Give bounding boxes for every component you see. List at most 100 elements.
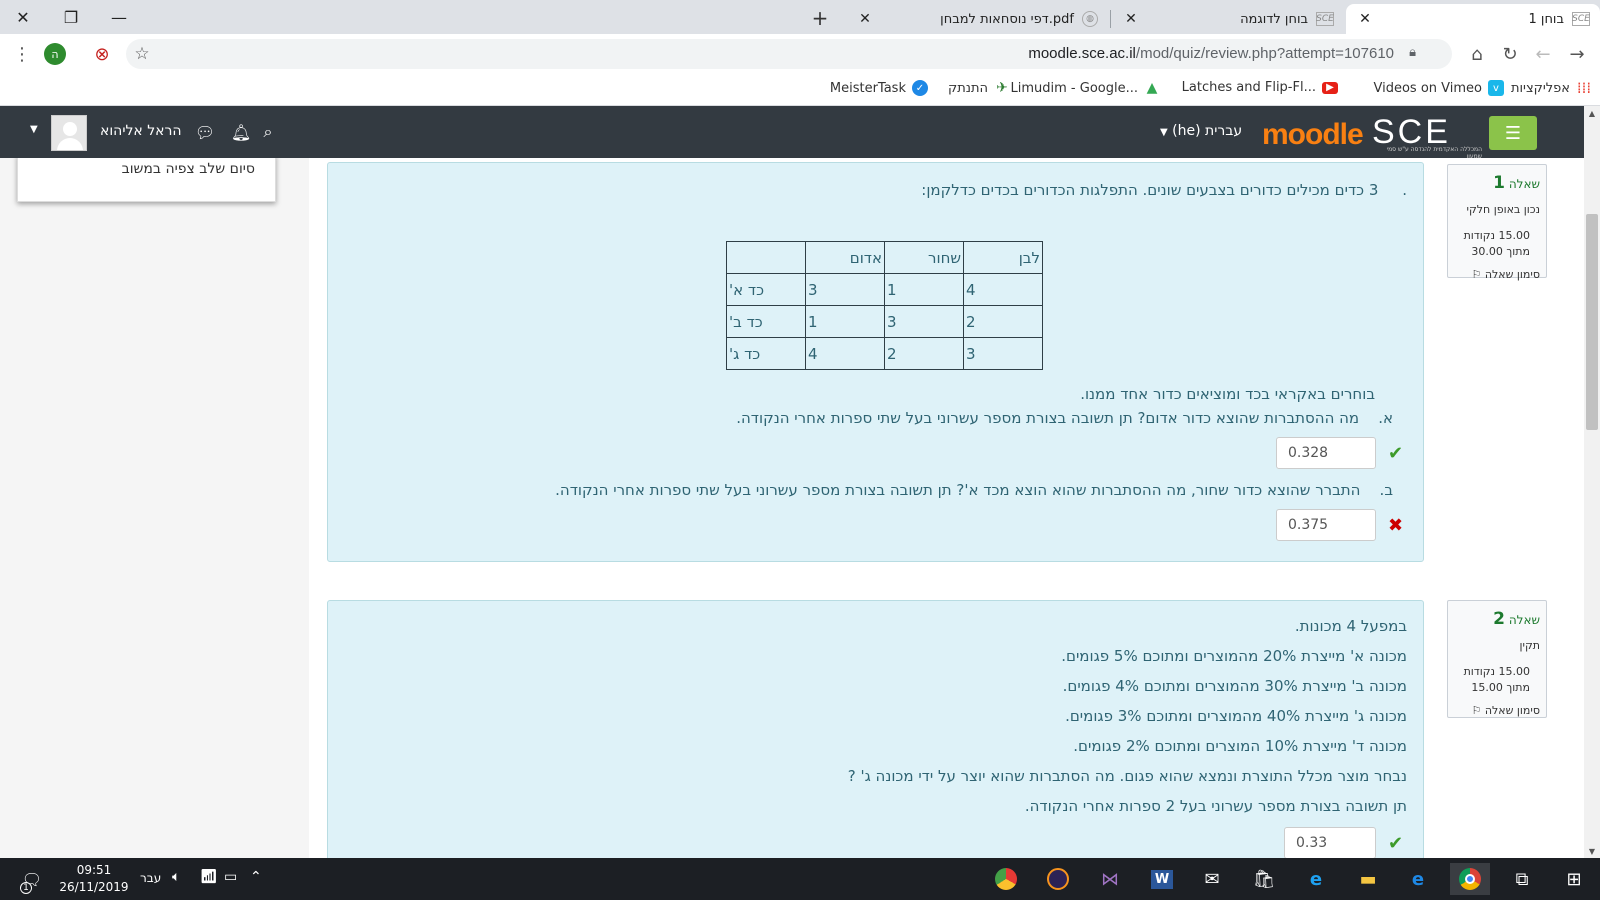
table-header-cell: לבן: [963, 241, 1043, 274]
answer-a-input[interactable]: 0.328: [1276, 437, 1376, 469]
tab-separator: [1110, 10, 1111, 28]
question-1-info: שאלה 1 נכון באופן חלקי 15.00 נקודות מתוך …: [1447, 164, 1547, 281]
question-line: מכונה ב' מייצרת 30% מהמוצרים ומתוכם 4% פ…: [1062, 677, 1407, 695]
answer-b-row: 0.375 ✖: [1276, 509, 1403, 541]
app-notification-badge-icon[interactable]: [986, 863, 1026, 895]
question-setup-text: בוחרים באקראי בכד ומוציאים כדור אחד ממנו…: [1080, 385, 1375, 403]
edge-icon[interactable]: e: [1398, 863, 1438, 895]
battery-icon[interactable]: ▭: [224, 869, 237, 885]
question-grade: 15.00 נקודות מתוך 15.00: [1463, 665, 1530, 694]
table-header-cell: אדום: [805, 241, 885, 274]
sce-favicon-icon: SCE: [1572, 12, 1590, 26]
eclipse-icon[interactable]: [1038, 863, 1078, 895]
sce-logo[interactable]: SCE: [1372, 115, 1451, 149]
language-menu[interactable]: עברית (he) ▼: [1160, 123, 1242, 139]
page-content: סיום שלב צפיה במשוב שאלה 1 נכון באופן חל…: [0, 158, 1568, 858]
reload-icon[interactable]: ↻: [1498, 42, 1522, 66]
bookmark-star-icon[interactable]: ☆: [130, 42, 154, 66]
tab-close-icon[interactable]: ✕: [856, 11, 874, 27]
finish-review-link[interactable]: סיום שלב צפיה במשוב: [122, 161, 255, 177]
browser-tab-sample-quiz[interactable]: ✕ בוחן לדוגמה SCE: [1112, 4, 1344, 34]
scroll-down-arrow-icon[interactable]: ▼: [1584, 844, 1600, 858]
scrollbar-thumb[interactable]: [1586, 214, 1598, 430]
correct-check-icon: ✔: [1388, 442, 1404, 464]
task-view-icon[interactable]: ⧉: [1502, 863, 1542, 895]
browser-menu-icon[interactable]: ⋮: [10, 42, 34, 66]
window-close-icon[interactable]: ✕: [0, 0, 46, 34]
question-number: שאלה 2: [1493, 609, 1540, 629]
flag-question-link[interactable]: סימון שאלה ⚐: [1454, 268, 1540, 281]
messages-icon[interactable]: 💬︎: [193, 120, 217, 144]
page-scrollbar[interactable]: ▲ ▼: [1584, 106, 1600, 858]
table-cell: 1: [884, 273, 964, 306]
window-minimize-icon[interactable]: —: [96, 0, 142, 34]
bookmark-apps[interactable]: אפליקציות ⁞⁞⁞: [1511, 79, 1592, 97]
lock-icon[interactable]: 🔒︎: [1409, 45, 1416, 60]
url-text: moodle.sce.ac.il/mod/quiz/review.php?att…: [1028, 45, 1394, 62]
user-menu-chevron-icon[interactable]: ▼: [30, 124, 38, 135]
bookmark-google-drive[interactable]: Limudim - Google... ▲: [1011, 80, 1160, 96]
table-cell: 2: [884, 337, 964, 370]
clock[interactable]: 09:51 26/11/2019: [54, 862, 134, 896]
correct-check-icon: ✔: [1388, 832, 1404, 854]
bookmark-vimeo[interactable]: Videos on Vimeo v: [1374, 80, 1504, 96]
tab-title: דפי נוסחאות למבחן.pdf: [940, 11, 1074, 27]
moodle-logo[interactable]: moodle: [1262, 118, 1364, 152]
profile-avatar[interactable]: ה: [44, 43, 66, 65]
answer-input[interactable]: 0.33: [1284, 827, 1376, 858]
browser-tab-quiz1[interactable]: ✕ בוחן 1 SCE: [1346, 4, 1600, 34]
internet-explorer-icon[interactable]: e: [1296, 863, 1336, 895]
action-center-icon[interactable]: 🗨︎: [12, 863, 52, 895]
table-cell: 1: [805, 305, 885, 338]
window-restore-icon[interactable]: ❐: [48, 0, 94, 34]
finish-review-block[interactable]: סיום שלב צפיה במשוב: [17, 158, 276, 202]
home-icon[interactable]: ⌂: [1465, 42, 1489, 66]
bookmark-youtube[interactable]: Latches and Flip-Fl... ▶: [1182, 80, 1338, 95]
user-avatar[interactable]: [51, 115, 87, 151]
browser-toolbar: ⋮ ה ⊗ ☆ moodle.sce.ac.il/mod/quiz/review…: [0, 34, 1600, 74]
show-hidden-icons-chevron-icon[interactable]: ⌃: [250, 869, 262, 885]
scroll-up-arrow-icon[interactable]: ▲: [1584, 106, 1600, 120]
table-cell: כד ג': [726, 337, 806, 370]
chevron-down-icon: ▼: [1160, 127, 1168, 138]
back-arrow-icon[interactable]: ←: [1531, 42, 1555, 66]
windows-start-icon[interactable]: ⊞: [1554, 863, 1594, 895]
table-header-cell: שחור: [884, 241, 964, 274]
browser-tab-pdf[interactable]: ✕ דפי נוסחאות למבחן.pdf ◍: [846, 4, 1108, 34]
question-line: במפעל 4 מכונות.: [1294, 617, 1407, 635]
apps-grid-icon: ⁞⁞⁞: [1576, 79, 1592, 97]
search-icon[interactable]: ⌕: [256, 120, 280, 144]
flag-question-link[interactable]: סימון שאלה ⚐: [1454, 704, 1540, 717]
bookmark-logout[interactable]: התנתק ✈︎: [948, 80, 1010, 96]
word-icon[interactable]: W: [1142, 863, 1182, 895]
tab-close-icon[interactable]: ✕: [1356, 11, 1374, 27]
visual-studio-icon[interactable]: ⋈: [1090, 863, 1130, 895]
new-tab-button[interactable]: +: [806, 4, 834, 32]
bookmark-meistertask[interactable]: MeisterTask ✓: [830, 80, 928, 96]
table-cell: 4: [805, 337, 885, 370]
store-icon[interactable]: 🛍︎: [1244, 863, 1284, 895]
bookmarks-bar: אפליקציות ⁞⁞⁞ Videos on Vimeo v Latches …: [0, 74, 1600, 106]
notifications-bell-icon[interactable]: 🔔︎: [229, 120, 253, 144]
sce-favicon-icon: SCE: [1316, 12, 1334, 26]
bookmark-label: Latches and Flip-Fl...: [1181, 80, 1316, 95]
incorrect-x-icon: ✖: [1388, 514, 1404, 536]
menu-hamburger-button[interactable]: ☰: [1489, 116, 1537, 150]
network-icon[interactable]: 📶︎: [200, 869, 218, 885]
mail-icon[interactable]: ✉: [1192, 863, 1232, 895]
tab-close-icon[interactable]: ✕: [1122, 11, 1140, 27]
question-line: מכונה ג' מייצרת 40% מהמוצרים ומתוכם 3% פ…: [1065, 707, 1407, 725]
answer-b-input[interactable]: 0.375: [1276, 509, 1376, 541]
input-language[interactable]: עבר: [140, 871, 161, 885]
question-2-content: במפעל 4 מכונות. מכונה א' מייצרת 20% מהמו…: [327, 600, 1424, 858]
table-cell: 3: [805, 273, 885, 306]
volume-icon[interactable]: 🔈︎: [172, 869, 180, 885]
adblock-extension-icon[interactable]: ⊗: [90, 42, 114, 66]
chrome-icon[interactable]: [1450, 863, 1490, 895]
forward-arrow-icon[interactable]: →: [1565, 42, 1589, 66]
address-bar[interactable]: ☆ moodle.sce.ac.il/mod/quiz/review.php?a…: [126, 39, 1452, 69]
file-explorer-icon[interactable]: ▬: [1348, 863, 1388, 895]
table-cell: 3: [884, 305, 964, 338]
language-label: עברית (he): [1172, 123, 1243, 139]
user-name[interactable]: הראל אליהוא: [100, 123, 182, 139]
